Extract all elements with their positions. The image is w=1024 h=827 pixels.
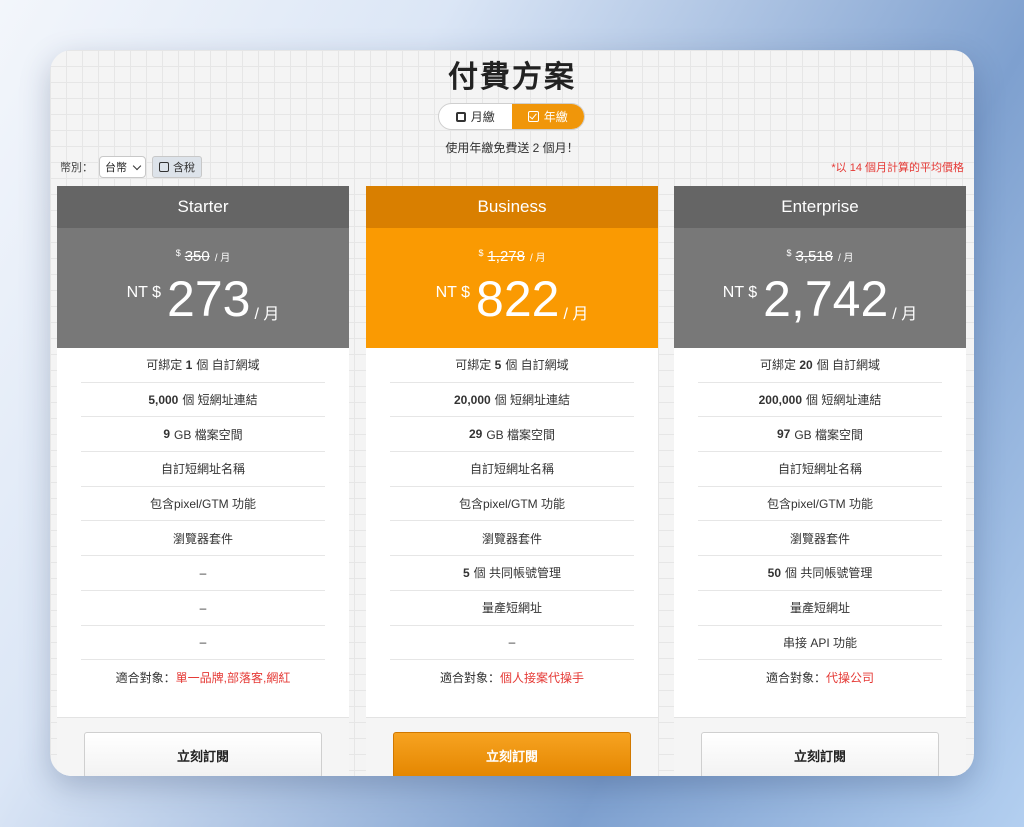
annual-toggle-button[interactable]: 年繳 — [511, 104, 584, 129]
feature-item: 自訂短網址名稱 — [81, 452, 325, 487]
feature-item: 量產短網址 — [698, 591, 942, 626]
checkbox-checked-icon — [527, 111, 539, 122]
plan-price-block: $350/ 月 NT $ 273 / 月 — [57, 228, 349, 348]
feature-item: 29 GB 檔案空間 — [390, 417, 634, 453]
feature-item: 自訂短網址名稱 — [390, 452, 634, 487]
currency-label: 幣別： — [60, 162, 93, 174]
target-audience: 適合對象： 代操公司 — [765, 671, 875, 686]
feature-item: 量產短網址 — [390, 591, 634, 626]
feature-item: 可綁定 1個 自訂網域 — [81, 348, 325, 383]
annual-label: 年繳 — [543, 110, 568, 124]
monthly-toggle-button[interactable]: 月繳 — [439, 104, 512, 129]
feature-item: 自訂短網址名稱 — [698, 452, 942, 487]
feature-item: 瀏覽器套件 — [81, 521, 325, 557]
plan-price-block: $1,278/ 月 NT $ 822 / 月 — [366, 228, 658, 348]
discount-price: NT $ 822 / 月 — [435, 271, 589, 327]
currency-row: 幣別： 台幣 含稅 — [60, 156, 202, 178]
original-price: $3,518/ 月 — [786, 248, 854, 265]
page-title: 付費方案 — [448, 61, 576, 94]
plan-name: Enterprise — [674, 186, 966, 228]
feature-item: 瀏覽器套件 — [698, 521, 942, 557]
feature-item: – — [81, 626, 325, 661]
feature-item: 包含pixel/GTM 功能 — [698, 487, 942, 522]
feature-item: 包含pixel/GTM 功能 — [390, 487, 634, 522]
tax-included-checkbox[interactable]: 含稅 — [152, 156, 202, 178]
feature-item: 包含pixel/GTM 功能 — [81, 487, 325, 522]
feature-item: 97 GB 檔案空間 — [698, 417, 942, 453]
checkbox-empty-icon — [455, 111, 466, 122]
original-price: $1,278/ 月 — [478, 248, 546, 265]
discount-price: NT $ 273 / 月 — [126, 271, 280, 327]
plan-card-starter: Starter $350/ 月 NT $ 273 / 月 可綁定 1個 自訂網域… — [57, 186, 349, 776]
feature-item: 9 GB 檔案空間 — [81, 417, 325, 453]
plan-card-enterprise: Enterprise $3,518/ 月 NT $ 2,742 / 月 可綁定 … — [674, 186, 966, 776]
feature-item: 可綁定 5個 自訂網域 — [390, 348, 634, 383]
subscribe-button-starter[interactable]: 立刻訂閱 — [84, 732, 322, 776]
billing-toggle: 月繳 年繳 — [438, 103, 585, 130]
feature-item: 20,000 個 短網址連結 — [390, 383, 634, 418]
plan-footer: 立刻訂閱 — [674, 717, 966, 776]
pricing-window: 付費方案 月繳 年繳 使用年繳免費送 2 個月！ 幣別： 台幣 含稅 *以 14… — [50, 50, 974, 776]
original-price: $350/ 月 — [175, 248, 231, 265]
monthly-label: 月繳 — [470, 110, 495, 124]
plan-card-business: Business $1,278/ 月 NT $ 822 / 月 可綁定 5個 自… — [366, 186, 658, 776]
plan-name: Starter — [57, 186, 349, 228]
subscribe-button-business[interactable]: 立刻訂閱 — [393, 732, 631, 776]
checkbox-empty-icon — [159, 162, 169, 172]
feature-item: 5,000 個 短網址連結 — [81, 383, 325, 418]
annual-promo-note: 使用年繳免費送 2 個月！ — [445, 141, 579, 155]
discount-price: NT $ 2,742 / 月 — [722, 271, 918, 327]
feature-list: 可綁定 20 個 自訂網域 200,000 個 短網址連結 97 GB 檔案空間 自訂… — [674, 348, 966, 695]
currency-select[interactable]: 台幣 — [99, 156, 146, 178]
feature-item: – — [390, 626, 634, 661]
feature-item: – — [81, 591, 325, 626]
feature-item: 瀏覽器套件 — [390, 521, 634, 557]
feature-item: 可綁定 20 個 自訂網域 — [698, 348, 942, 383]
currency-selected-value: 台幣 — [105, 162, 127, 174]
tax-label: 含稅 — [173, 162, 195, 174]
feature-item: 50 個 共同帳號管理 — [698, 556, 942, 591]
feature-item: 200,000 個 短網址連結 — [698, 383, 942, 418]
plan-footer: 立刻訂閱 — [57, 717, 349, 776]
chevron-down-icon — [132, 161, 142, 170]
target-audience: 適合對象： 單一品牌,部落客,網紅 — [115, 671, 291, 686]
feature-item: 5個 共同帳號管理 — [390, 556, 634, 591]
target-audience: 適合對象： 個人接案代操手 — [439, 671, 585, 686]
feature-item: 串接 API 功能 — [698, 626, 942, 661]
feature-list: 可綁定 5個 自訂網域 20,000 個 短網址連結 29 GB 檔案空間 自訂短網… — [366, 348, 658, 695]
average-price-note: *以 14 個月計算的平均價格 — [831, 162, 964, 174]
feature-list: 可綁定 1個 自訂網域 5,000 個 短網址連結 9 GB 檔案空間 自訂短網址名… — [57, 348, 349, 695]
subscribe-button-enterprise[interactable]: 立刻訂閱 — [701, 732, 939, 776]
feature-item: – — [81, 556, 325, 591]
plan-price-block: $3,518/ 月 NT $ 2,742 / 月 — [674, 228, 966, 348]
plan-name: Business — [366, 186, 658, 228]
plan-footer: 立刻訂閱 — [366, 717, 658, 776]
